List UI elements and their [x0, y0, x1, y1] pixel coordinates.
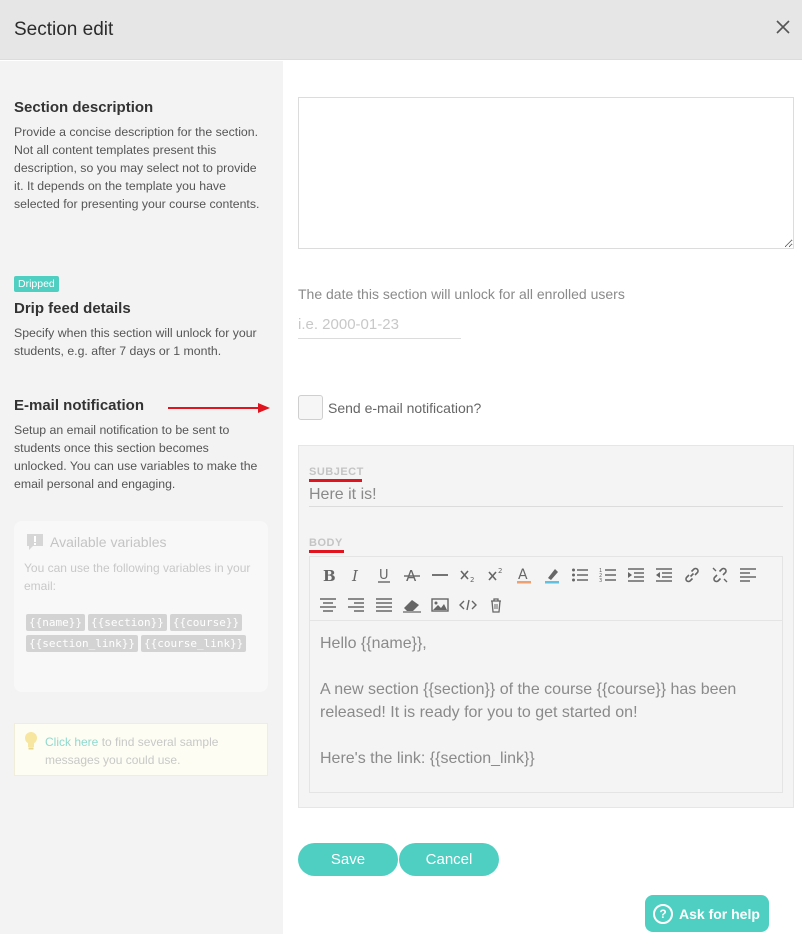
- indent-icon[interactable]: [624, 563, 648, 587]
- email-heading: E-mail notification: [14, 397, 145, 414]
- description-textarea[interactable]: [298, 97, 794, 249]
- editor-toolbar: B I U A 2 2 A 123: [310, 557, 782, 621]
- align-left-icon[interactable]: [736, 563, 760, 587]
- svg-text:A: A: [406, 567, 417, 583]
- svg-text:3: 3: [599, 578, 602, 583]
- variables-title: Available variables: [50, 534, 167, 550]
- align-center-icon[interactable]: [316, 593, 340, 617]
- superscript-icon[interactable]: 2: [484, 563, 508, 587]
- drip-help: Specify when this section will unlock fo…: [14, 326, 257, 358]
- variable-chip-course[interactable]: {{course}}: [169, 614, 243, 631]
- unlock-date-label: The date this section will unlock for al…: [298, 286, 625, 302]
- sample-messages-tip: Click here to find several sample messag…: [14, 723, 268, 776]
- link-icon[interactable]: [680, 563, 704, 587]
- cancel-button[interactable]: Cancel: [399, 843, 499, 876]
- save-button[interactable]: Save: [298, 843, 398, 876]
- page-title: Section edit: [14, 19, 114, 40]
- unlink-icon[interactable]: [708, 563, 732, 587]
- image-icon[interactable]: [428, 593, 452, 617]
- svg-text:2: 2: [498, 567, 502, 575]
- body-line-greeting: Hello {{name}},: [320, 635, 427, 652]
- highlight-color-icon[interactable]: [540, 563, 564, 587]
- modal-header: Section edit: [0, 0, 802, 60]
- unlock-date-input[interactable]: [298, 311, 461, 339]
- drip-heading: Drip feed details: [14, 300, 131, 317]
- italic-icon[interactable]: I: [344, 563, 368, 587]
- subscript-icon[interactable]: 2: [456, 563, 480, 587]
- svg-text:A: A: [518, 567, 528, 583]
- svg-text:I: I: [351, 567, 359, 583]
- svg-text:B: B: [323, 567, 336, 583]
- body-label: BODY: [309, 537, 343, 549]
- bullet-list-icon[interactable]: [568, 563, 592, 587]
- arrow-right-icon: [168, 403, 270, 413]
- email-help: Setup an email notification to be sent t…: [14, 423, 258, 491]
- underline-icon[interactable]: U: [372, 563, 396, 587]
- eraser-icon[interactable]: [400, 593, 424, 617]
- subject-underline: [309, 479, 362, 482]
- body-underline: [309, 550, 344, 553]
- strikethrough-icon[interactable]: A: [400, 563, 424, 587]
- variable-chip-section[interactable]: {{section}}: [87, 614, 167, 631]
- variables-help: You can use the following variables in y…: [24, 561, 251, 593]
- svg-text:U: U: [379, 568, 389, 583]
- rich-text-editor: B I U A 2 2 A 123 Hello {{name}}, A new …: [309, 556, 783, 793]
- question-icon: ?: [653, 903, 673, 924]
- text-color-icon[interactable]: A: [512, 563, 536, 587]
- code-view-icon[interactable]: [456, 593, 480, 617]
- svg-text:2: 2: [470, 576, 474, 583]
- bold-icon[interactable]: B: [316, 563, 340, 587]
- sample-messages-link[interactable]: Click here: [45, 735, 98, 749]
- numbered-list-icon[interactable]: 123: [596, 563, 620, 587]
- description-help: Provide a concise description for the se…: [14, 125, 260, 211]
- subject-label: SUBJECT: [309, 466, 364, 478]
- send-email-label: Send e-mail notification?: [328, 400, 482, 416]
- trash-icon[interactable]: [484, 593, 508, 617]
- dripped-badge: Dripped: [14, 276, 59, 292]
- lightbulb-icon: [25, 732, 37, 750]
- align-justify-icon[interactable]: [372, 593, 396, 617]
- close-icon[interactable]: [774, 18, 792, 36]
- variable-chip-course-link[interactable]: {{course_link}}: [140, 635, 247, 652]
- body-line-link: Here's the link: {{section_link}}: [320, 750, 535, 767]
- body-line-announcement: A new section {{section}} of the course …: [320, 681, 737, 721]
- subject-input[interactable]: [309, 483, 783, 507]
- help-label: Ask for help: [679, 905, 760, 922]
- ask-for-help-button[interactable]: ? Ask for help: [645, 895, 769, 932]
- horizontal-rule-icon[interactable]: [428, 563, 452, 587]
- align-right-icon[interactable]: [344, 593, 368, 617]
- variable-chip-section-link[interactable]: {{section_link}}: [26, 635, 138, 652]
- outdent-icon[interactable]: [652, 563, 676, 587]
- variable-chip-name[interactable]: {{name}}: [26, 614, 85, 631]
- message-alert-icon: [27, 534, 43, 550]
- variable-chips: {{name}} {{section}} {{course}} {{sectio…: [26, 614, 262, 652]
- available-variables-card: Available variables You can use the foll…: [14, 521, 268, 692]
- description-heading: Section description: [14, 99, 154, 116]
- email-body-content[interactable]: Hello {{name}}, A new section {{section}…: [320, 632, 772, 793]
- send-email-checkbox[interactable]: [298, 395, 323, 420]
